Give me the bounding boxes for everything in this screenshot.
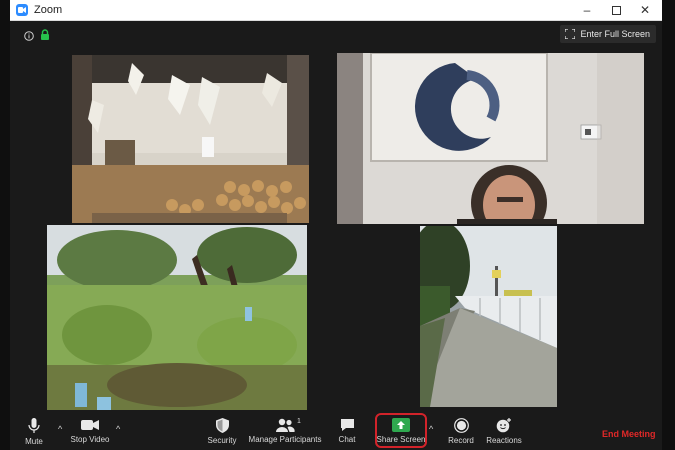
zoom-window: Zoom – ✕ Enter Full Screen Mute ^ Stop V… (10, 0, 662, 450)
mute-button[interactable]: Mute (22, 412, 46, 450)
chat-button[interactable]: Chat (334, 412, 360, 450)
security-button[interactable]: Security (206, 412, 238, 450)
fullscreen-icon (565, 29, 576, 39)
audio-options-chevron-up-icon[interactable]: ^ (58, 424, 62, 434)
video-feed-3 (47, 225, 307, 410)
end-meeting-button[interactable]: End Meeting (602, 429, 656, 439)
close-button[interactable]: ✕ (631, 0, 659, 20)
record-icon (453, 418, 469, 433)
record-button[interactable]: Record (446, 412, 476, 450)
video-tile-participant-3[interactable] (47, 225, 307, 410)
stop-video-label: Stop Video (70, 435, 110, 444)
video-feed-1 (72, 55, 309, 223)
window-title: Zoom (34, 4, 63, 16)
minimize-button[interactable]: – (573, 0, 601, 20)
zoom-app-icon (16, 4, 28, 16)
maximize-button[interactable] (602, 0, 630, 20)
encryption-lock-icon[interactable] (40, 27, 50, 45)
info-icon[interactable] (24, 28, 34, 46)
smiley-plus-icon (496, 418, 511, 433)
reactions-label: Reactions (486, 436, 522, 445)
video-options-chevron-up-icon[interactable]: ^ (116, 424, 120, 434)
microphone-icon (28, 418, 40, 433)
reactions-button[interactable]: Reactions (486, 412, 522, 450)
video-camera-icon (81, 420, 99, 430)
video-feed-2 (337, 53, 644, 224)
video-feed-4 (420, 226, 557, 407)
security-label: Security (207, 436, 237, 445)
enter-full-screen-button[interactable]: Enter Full Screen (560, 25, 656, 43)
fullscreen-label: Enter Full Screen (580, 29, 650, 39)
video-tile-participant-4[interactable] (420, 226, 557, 407)
manage-participants-button[interactable]: Manage Participants (248, 412, 322, 450)
participants-icon (276, 418, 295, 432)
video-tile-participant-2[interactable] (337, 53, 644, 224)
shield-icon (215, 418, 229, 433)
video-tile-participant-1[interactable] (72, 55, 309, 223)
record-label: Record (448, 436, 474, 445)
stop-video-button[interactable]: Stop Video (70, 412, 110, 450)
share-options-chevron-up-icon[interactable]: ^ (429, 424, 433, 434)
manage-participants-label: Manage Participants (248, 435, 322, 444)
share-screen-highlight (375, 413, 427, 448)
mute-label: Mute (25, 437, 43, 446)
participant-count-badge: 1 (297, 418, 301, 425)
chat-label: Chat (338, 435, 356, 444)
chat-bubble-icon (340, 419, 354, 431)
title-bar: Zoom – ✕ (10, 0, 662, 21)
